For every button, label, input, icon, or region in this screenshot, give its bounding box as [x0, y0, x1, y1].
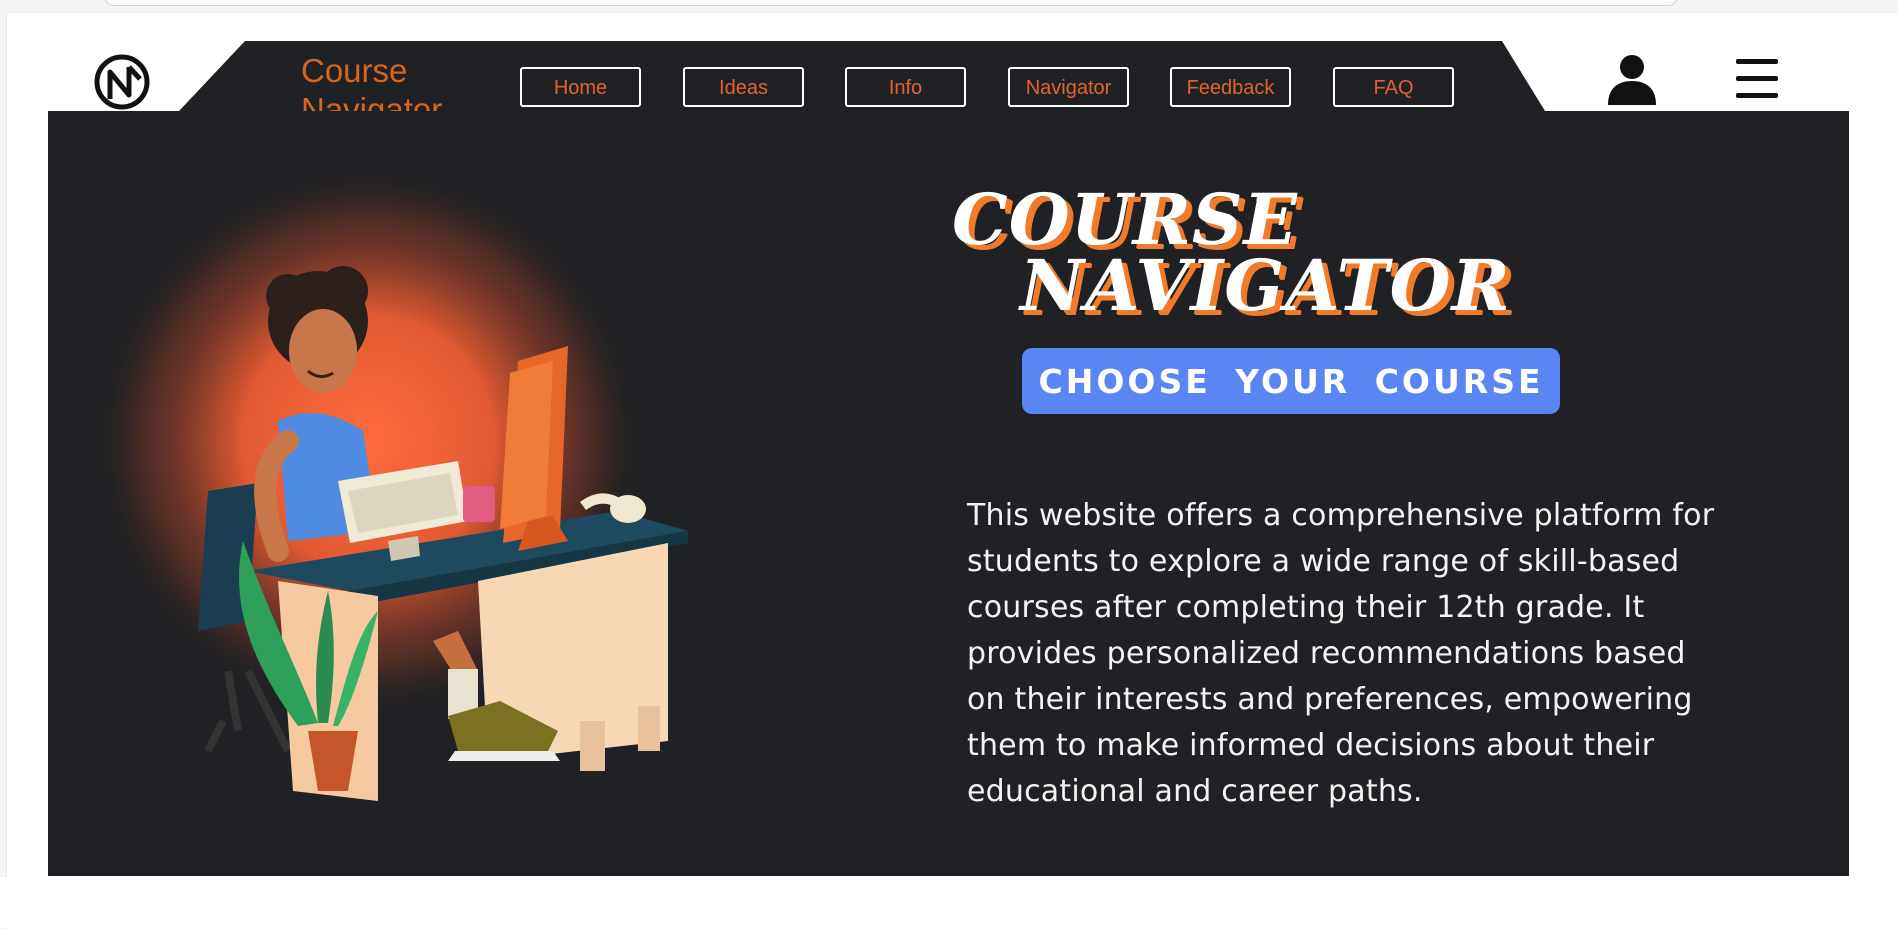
- hero-title: COURSE NAVIGATOR: [952, 180, 1592, 330]
- nav-home-button[interactable]: Home: [520, 67, 641, 107]
- hamburger-menu-icon[interactable]: [1734, 57, 1780, 101]
- page-bottom-area: [0, 877, 1898, 928]
- brand-line-1: Course: [301, 52, 408, 89]
- nav-navigator-button[interactable]: Navigator: [1008, 67, 1129, 107]
- hero-description: This website offers a comprehensive plat…: [967, 498, 1715, 809]
- browser-address-bar[interactable]: [104, 0, 1678, 6]
- nav-faq-button[interactable]: FAQ: [1333, 67, 1454, 107]
- user-icon[interactable]: [1605, 53, 1659, 107]
- nav-info-button[interactable]: Info: [845, 67, 966, 107]
- choose-your-course-button[interactable]: CHOOSE YOUR COURSE: [1022, 348, 1560, 414]
- nav-feedback-button[interactable]: Feedback: [1170, 67, 1291, 107]
- cn-monogram-icon[interactable]: [93, 53, 151, 111]
- hero-title-line-2: NAVIGATOR: [1020, 244, 1511, 327]
- nav-ideas-button[interactable]: Ideas: [683, 67, 804, 107]
- student-at-desk-illustration: [88, 161, 688, 801]
